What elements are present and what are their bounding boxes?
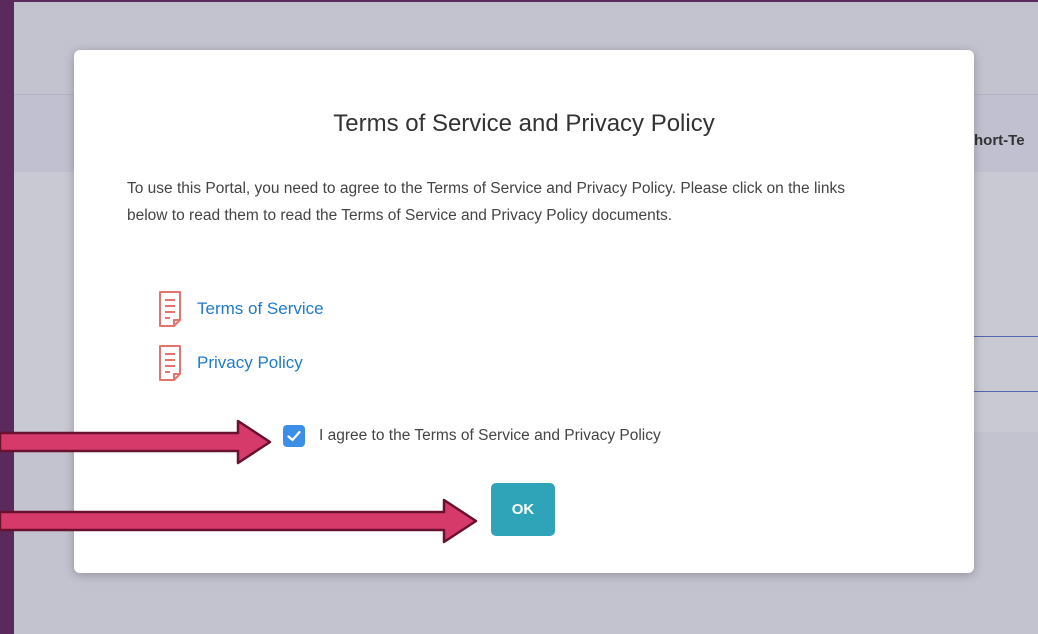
ok-button[interactable]: OK <box>491 483 555 536</box>
annotation-arrow-icon <box>0 419 272 465</box>
background-divider <box>974 336 1038 337</box>
background-column-header: hort-Te <box>974 132 1025 149</box>
agree-row: I agree to the Terms of Service and Priv… <box>283 425 661 447</box>
checkmark-icon <box>287 430 301 442</box>
terms-of-service-link[interactable]: Terms of Service <box>197 299 324 319</box>
document-icon <box>159 291 181 327</box>
privacy-policy-link-row[interactable]: Privacy Policy <box>157 344 303 382</box>
privacy-policy-link[interactable]: Privacy Policy <box>197 353 303 373</box>
modal-description: To use this Portal, you need to agree to… <box>127 180 845 224</box>
agree-label[interactable]: I agree to the Terms of Service and Priv… <box>319 427 661 445</box>
background-divider <box>974 391 1038 392</box>
document-icon <box>159 345 181 381</box>
agree-checkbox[interactable] <box>283 425 305 447</box>
annotation-arrow-icon <box>0 498 478 544</box>
terms-modal: Terms of Service and Privacy Policy To u… <box>74 50 974 573</box>
terms-of-service-link-row[interactable]: Terms of Service <box>157 290 324 328</box>
modal-title: Terms of Service and Privacy Policy <box>333 110 715 137</box>
